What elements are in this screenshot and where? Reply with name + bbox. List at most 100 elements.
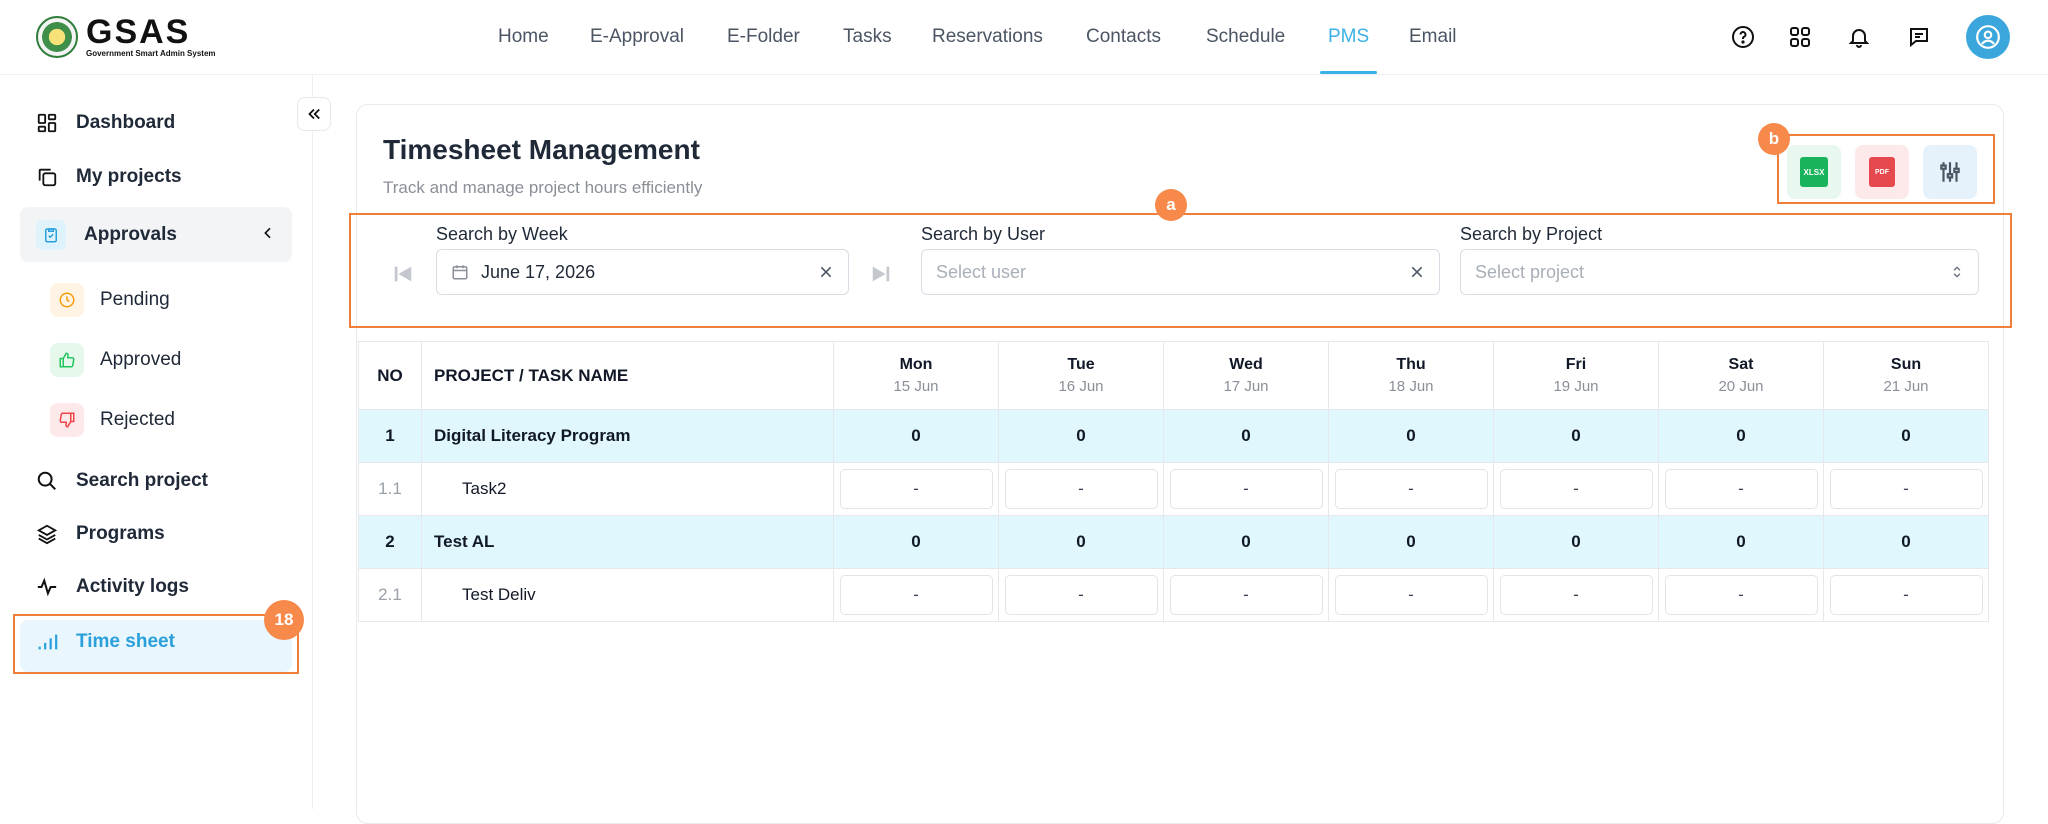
- sidebar-label-activity-logs: Activity logs: [76, 576, 189, 597]
- sidebar-item-programs[interactable]: Programs: [36, 523, 165, 545]
- sidebar-label-rejected: Rejected: [100, 409, 175, 430]
- sidebar-label-search-project: Search project: [76, 470, 208, 491]
- row-number: 1: [358, 409, 422, 463]
- copy-stack-icon: [36, 166, 58, 188]
- nav-e-folder[interactable]: E-Folder: [727, 26, 800, 48]
- nav-schedule[interactable]: Schedule: [1206, 26, 1285, 48]
- clipboard-check-icon: [36, 220, 66, 250]
- day-total: 0: [1163, 515, 1329, 569]
- sidebar-label-my-projects: My projects: [76, 166, 182, 187]
- column-header-day: Mon 15 Jun: [833, 341, 999, 410]
- hours-input[interactable]: -: [839, 469, 993, 509]
- hours-input[interactable]: -: [1169, 469, 1323, 509]
- day-total: 0: [1823, 515, 1989, 569]
- sidebar-item-rejected[interactable]: Rejected: [50, 403, 175, 437]
- nav-tasks[interactable]: Tasks: [843, 26, 892, 48]
- sidebar-item-activity-logs[interactable]: Activity logs: [36, 576, 189, 598]
- column-header-day: Sun 21 Jun: [1823, 341, 1989, 410]
- nav-reservations[interactable]: Reservations: [932, 26, 1043, 48]
- column-header-day: Thu 18 Jun: [1328, 341, 1494, 410]
- hours-input[interactable]: -: [1829, 469, 1983, 509]
- nav-e-approval[interactable]: E-Approval: [590, 26, 684, 48]
- collapse-sidebar-button[interactable]: [297, 97, 331, 131]
- page-title: Timesheet Management: [383, 134, 700, 165]
- project-name: Digital Literacy Program: [421, 409, 834, 463]
- hours-input[interactable]: -: [1829, 575, 1983, 615]
- day-total: 0: [1493, 409, 1659, 463]
- day-total: 0: [1163, 409, 1329, 463]
- annotation-badge-b: b: [1758, 123, 1790, 155]
- nav-home[interactable]: Home: [498, 26, 549, 48]
- day-total: 0: [1658, 515, 1824, 569]
- task-row: 1.1 Task2 - - - - - - -: [358, 462, 1989, 516]
- thumbs-up-icon: [50, 343, 84, 377]
- day-total: 0: [1823, 409, 1989, 463]
- sidebar-label-programs: Programs: [76, 523, 165, 544]
- sidebar-item-my-projects[interactable]: My projects: [36, 166, 182, 188]
- column-header-day: Wed 17 Jun: [1163, 341, 1329, 410]
- day-total: 0: [998, 515, 1164, 569]
- nav-pms[interactable]: PMS: [1328, 26, 1369, 48]
- task-row: 2.1 Test Deliv - - - - - - -: [358, 568, 1989, 622]
- chevron-left-icon[interactable]: [260, 225, 276, 246]
- bell-icon[interactable]: [1845, 23, 1873, 51]
- clock-icon: [50, 283, 84, 317]
- column-header-day: Tue 16 Jun: [998, 341, 1164, 410]
- timesheet-table: NO PROJECT / TASK NAME Mon 15 Jun Tue 16 J…: [358, 341, 1989, 622]
- task-name: Task2: [421, 462, 834, 516]
- layers-icon: [36, 523, 58, 545]
- highlight-box-export: [1777, 134, 1995, 204]
- help-icon[interactable]: [1729, 23, 1757, 51]
- sidebar-label-pending: Pending: [100, 289, 170, 310]
- hours-input[interactable]: -: [1334, 469, 1488, 509]
- highlight-box-time-sheet: [13, 614, 299, 674]
- task-name: Test Deliv: [421, 568, 834, 622]
- activity-pulse-icon: [36, 576, 58, 598]
- row-number: 2: [358, 515, 422, 569]
- dashboard-icon: [36, 112, 58, 134]
- sidebar-label-approvals: Approvals: [84, 224, 177, 245]
- user-icon: [1976, 25, 2000, 49]
- table-header-row: NO PROJECT / TASK NAME Mon 15 Jun Tue 16 J…: [358, 341, 1989, 410]
- hours-input[interactable]: -: [1004, 575, 1158, 615]
- annotation-badge-18: 18: [264, 600, 304, 640]
- day-total: 0: [1328, 515, 1494, 569]
- column-header-name: PROJECT / TASK NAME: [421, 341, 834, 410]
- hours-input[interactable]: -: [1664, 575, 1818, 615]
- hours-input[interactable]: -: [1499, 575, 1653, 615]
- hours-input[interactable]: -: [1664, 469, 1818, 509]
- page-subtitle: Track and manage project hours efficient…: [383, 178, 703, 197]
- column-header-day: Sat 20 Jun: [1658, 341, 1824, 410]
- hours-input[interactable]: -: [1004, 469, 1158, 509]
- day-total: 0: [1328, 409, 1494, 463]
- nav-email[interactable]: Email: [1409, 26, 1457, 48]
- user-avatar[interactable]: [1966, 15, 2010, 59]
- sidebar-item-pending[interactable]: Pending: [50, 283, 170, 317]
- hours-input[interactable]: -: [1334, 575, 1488, 615]
- sidebar-item-approved[interactable]: Approved: [50, 343, 181, 377]
- annotation-badge-a: a: [1155, 189, 1187, 221]
- day-total: 0: [1493, 515, 1659, 569]
- sidebar-item-search-project[interactable]: Search project: [36, 470, 208, 492]
- day-total: 0: [1658, 409, 1824, 463]
- project-row[interactable]: 2 Test AL 0 0 0 0 0 0 0: [358, 515, 1989, 569]
- nav-contacts[interactable]: Contacts: [1086, 26, 1161, 48]
- sidebar-item-dashboard[interactable]: Dashboard: [36, 112, 175, 134]
- hours-input[interactable]: -: [839, 575, 993, 615]
- thumbs-down-icon: [50, 403, 84, 437]
- active-nav-indicator: [1320, 71, 1377, 74]
- column-header-day: Fri 19 Jun: [1493, 341, 1659, 410]
- project-row[interactable]: 1 Digital Literacy Program 0 0 0 0 0 0 0: [358, 409, 1989, 463]
- row-number: 1.1: [358, 462, 422, 516]
- message-icon[interactable]: [1905, 23, 1933, 51]
- sidebar-label-approved: Approved: [100, 349, 182, 370]
- double-chevron-left-icon: [308, 108, 320, 120]
- hours-input[interactable]: -: [1499, 469, 1653, 509]
- day-total: 0: [998, 409, 1164, 463]
- sidebar-item-approvals[interactable]: Approvals: [36, 220, 177, 250]
- highlight-box-filters: [349, 213, 2012, 328]
- day-total: 0: [833, 515, 999, 569]
- row-number: 2.1: [358, 568, 422, 622]
- hours-input[interactable]: -: [1169, 575, 1323, 615]
- apps-grid-icon[interactable]: [1786, 23, 1814, 51]
